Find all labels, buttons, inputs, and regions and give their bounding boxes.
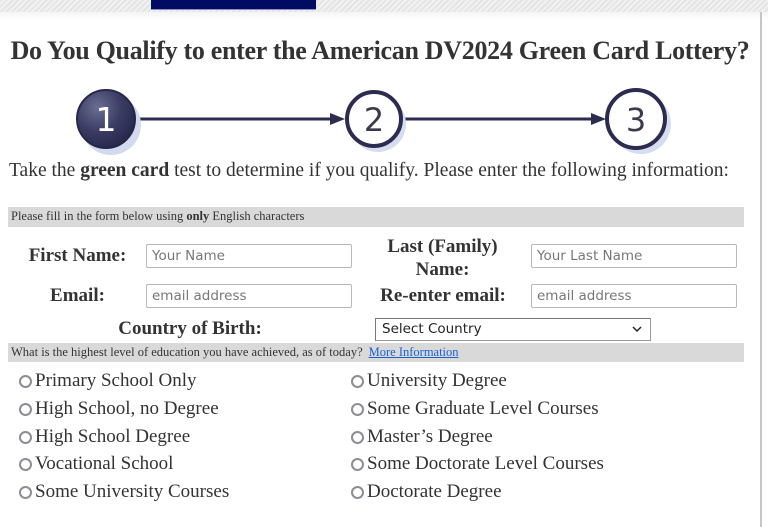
option-label: Primary School Only <box>35 370 197 391</box>
content-right-border <box>760 12 762 527</box>
radio-button-icon[interactable] <box>351 374 364 388</box>
radio-button-icon[interactable] <box>19 457 32 471</box>
education-option[interactable]: Some University Courses <box>19 481 229 503</box>
email-label: Email: <box>50 285 105 306</box>
notice-bold: only <box>186 209 210 223</box>
reenter-email-input[interactable] <box>531 284 737 308</box>
education-question-bar: What is the highest level of education y… <box>8 343 744 362</box>
step-progress: 1 2 3 <box>76 88 671 155</box>
education-option[interactable]: Master’s Degree <box>351 426 493 448</box>
intro-prefix: Take the <box>9 160 81 181</box>
education-option[interactable]: Primary School Only <box>19 370 197 392</box>
step-2: 2 <box>345 90 406 152</box>
first-name-label: First Name: <box>28 245 127 266</box>
country-select[interactable]: Select Country <box>375 318 651 341</box>
radio-button-icon[interactable] <box>19 430 32 444</box>
radio-button-icon[interactable] <box>19 402 32 416</box>
option-label: High School, no Degree <box>35 398 219 419</box>
option-label: Some Graduate Level Courses <box>367 398 599 419</box>
education-option[interactable]: Some Doctorate Level Courses <box>351 453 604 475</box>
top-fade <box>0 12 768 20</box>
option-label: Some Doctorate Level Courses <box>367 453 604 474</box>
country-of-birth-label: Country of Birth: <box>118 318 262 339</box>
education-question: What is the highest level of education y… <box>11 345 363 359</box>
last-name-label: Last (Family) Name: <box>370 235 515 281</box>
notice-suffix: English characters <box>209 209 305 223</box>
radio-button-icon[interactable] <box>19 374 32 388</box>
english-only-notice: Please fill in the form below using only… <box>8 207 744 227</box>
last-name-input[interactable] <box>531 244 737 268</box>
education-option[interactable]: University Degree <box>351 370 507 392</box>
education-option[interactable]: High School, no Degree <box>19 398 219 420</box>
radio-button-icon[interactable] <box>351 402 364 416</box>
education-option[interactable]: Vocational School <box>19 453 173 475</box>
option-label: High School Degree <box>35 426 191 447</box>
more-information-link[interactable]: More Information <box>369 345 459 359</box>
notice-prefix: Please fill in the form below using <box>11 209 187 223</box>
intro-bold: green card <box>80 160 170 181</box>
step-1: 1 <box>76 89 141 155</box>
education-option[interactable]: Some Graduate Level Courses <box>351 398 599 420</box>
last-name-label-line1: Last (Family) <box>387 236 498 257</box>
intro-text: Take the green card test to determine if… <box>9 160 729 182</box>
radio-button-icon[interactable] <box>351 485 364 499</box>
last-name-label-line2: Name: <box>415 259 470 280</box>
education-option[interactable]: Doctorate Degree <box>351 481 502 503</box>
step-2-number: 2 <box>364 101 384 139</box>
radio-button-icon[interactable] <box>351 457 364 471</box>
option-label: Master’s Degree <box>367 426 493 447</box>
option-label: Vocational School <box>35 453 174 474</box>
option-label: Doctorate Degree <box>367 481 502 502</box>
step-3: 3 <box>605 88 671 154</box>
email-input[interactable] <box>146 284 352 308</box>
option-label: University Degree <box>367 370 507 391</box>
option-label: Some University Courses <box>35 481 230 502</box>
education-option[interactable]: High School Degree <box>19 426 190 448</box>
top-stripe <box>0 0 768 12</box>
step-connector-1-2 <box>137 113 345 125</box>
radio-button-icon[interactable] <box>19 485 32 499</box>
nav-tab-active[interactable] <box>151 0 316 10</box>
first-name-input[interactable] <box>146 244 352 268</box>
reenter-email-label: Re-enter email: <box>380 285 506 306</box>
country-select-value: Select Country <box>382 321 482 337</box>
step-1-number: 1 <box>96 100 117 139</box>
step-3-number: 3 <box>626 101 646 139</box>
page-title: Do You Qualify to enter the American DV2… <box>10 36 750 65</box>
radio-button-icon[interactable] <box>351 430 364 444</box>
intro-suffix: test to determine if you qualify. Please… <box>169 160 729 181</box>
step-connector-2-3 <box>405 113 606 125</box>
